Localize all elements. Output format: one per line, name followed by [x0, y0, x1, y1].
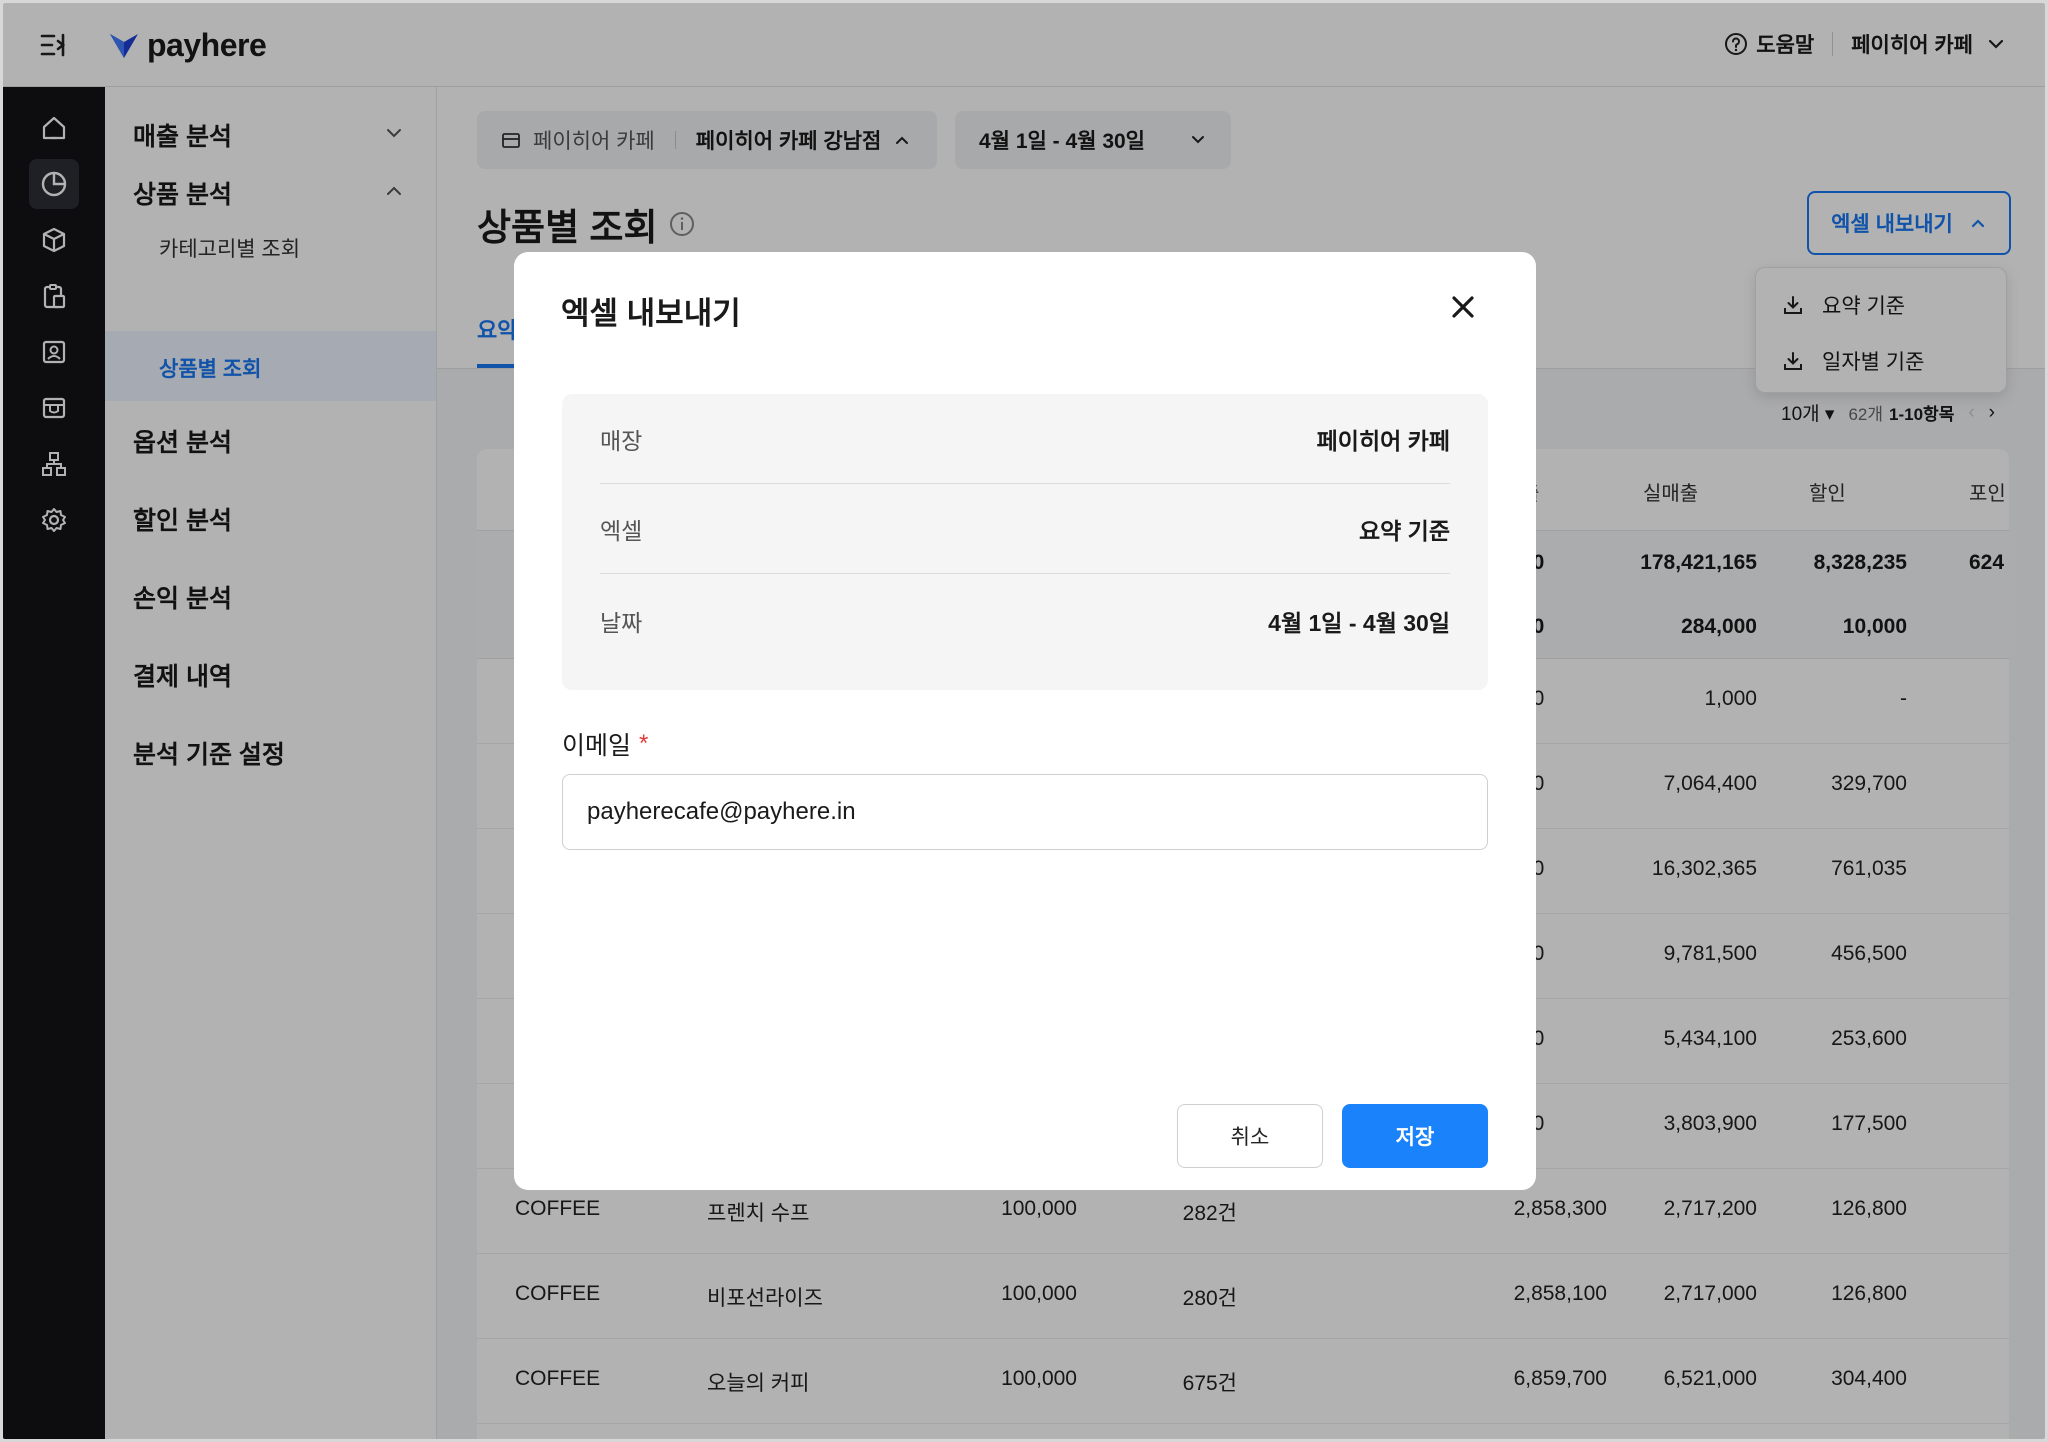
save-button[interactable]: 저장: [1342, 1104, 1488, 1168]
info-row-excel: 엑셀 요약 기준: [600, 484, 1450, 574]
email-input[interactable]: [562, 774, 1488, 850]
export-info-box: 매장 페이히어 카페 엑셀 요약 기준 날짜 4월 1일 - 4월 30일: [562, 394, 1488, 690]
modal-title: 엑셀 내보내기: [561, 296, 741, 331]
info-label: 날짜: [600, 610, 643, 636]
excel-export-modal: 엑셀 내보내기 매장 페이히어 카페 엑셀 요약 기준 날짜 4월 1일 - 4…: [514, 252, 1536, 1190]
cancel-button[interactable]: 취소: [1177, 1104, 1323, 1168]
close-icon[interactable]: [1446, 290, 1480, 324]
info-row-store: 매장 페이히어 카페: [600, 394, 1450, 484]
app-frame: payhere 도움말 페이히어 카페 매출 분석 상품 분석 카테고리별 조회…: [3, 3, 2045, 1439]
required-mark: *: [639, 730, 649, 757]
info-value: 4월 1일 - 4월 30일: [1268, 610, 1450, 636]
email-label: 이메일 *: [562, 726, 648, 762]
email-label-text: 이메일: [562, 732, 632, 760]
info-row-date: 날짜 4월 1일 - 4월 30일: [600, 576, 1450, 666]
info-value: 요약 기준: [1358, 517, 1450, 544]
info-value: 페이히어 카페: [1316, 427, 1450, 454]
info-label: 엑셀: [600, 517, 643, 544]
info-label: 매장: [600, 427, 643, 454]
